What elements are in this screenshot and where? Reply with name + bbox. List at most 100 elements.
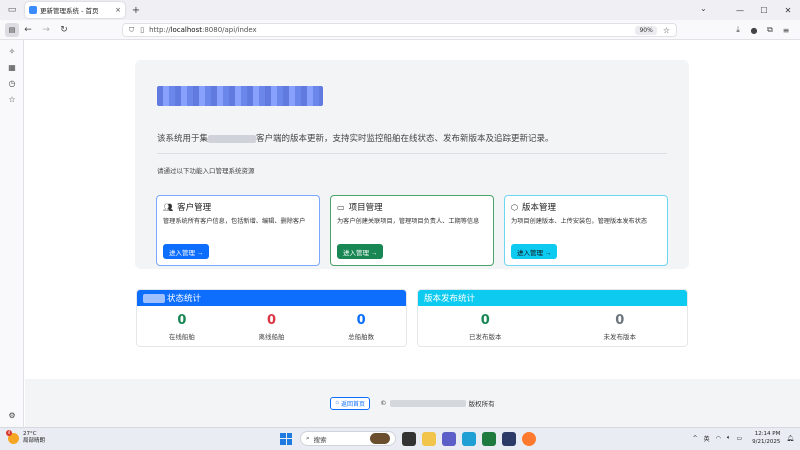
page-footer: ⌂ 返回首页 © 版权所有 [25, 379, 800, 427]
url-bar[interactable]: ⛉ ▯ http://localhost:8080/api/index 90% … [122, 23, 677, 37]
chevron-down-icon[interactable]: ⌄ [700, 4, 707, 13]
card-title: 项目管理 [348, 203, 383, 213]
copyright: © 版权所有 [380, 399, 495, 408]
stat-label: 未发布版本 [603, 333, 637, 341]
system-tray: ^ 英 ◠ 🔈︎ ▭ 12:14 PM 9/21/2025 🔔︎ [687, 430, 794, 446]
stat-value: 0 [480, 313, 490, 328]
page-icon[interactable]: ▯ [140, 26, 144, 34]
ai-chat-icon[interactable]: ✧ [0, 43, 24, 59]
shield-icon[interactable]: ⛉ [129, 26, 134, 35]
web-page: 该系统用于集 客户端的版本更新，支持实时监控船舶在线状态、发布新版本及追踪更新记录… [25, 41, 800, 427]
history-icon[interactable]: ◷ [0, 75, 24, 91]
file-explorer-icon[interactable] [422, 431, 436, 446]
excel-icon[interactable] [482, 431, 496, 446]
customer-management-card: 👥︎ 客户管理 管理系统所有客户信息，包括新增、编辑、删除客户 进入管理 → [156, 195, 320, 266]
total-ships-stat: 0 总船舶数 [316, 306, 406, 346]
search-icon: ⌕ [306, 434, 310, 442]
extensions-icon[interactable]: ⧉ [762, 25, 778, 35]
account-icon[interactable]: ● [746, 26, 762, 35]
card-description: 为项目创建版本、上传安装包，管理版本发布状态 [511, 218, 648, 225]
new-tab-button[interactable]: + [129, 3, 143, 17]
redacted-text [143, 293, 165, 303]
customer-manage-button[interactable]: 进入管理 → [163, 244, 210, 259]
teams-icon[interactable] [442, 431, 456, 446]
system-description: 该系统用于集 客户端的版本更新，支持实时监控船舶在线状态、发布新版本及追踪更新记录… [157, 134, 554, 144]
project-manage-button[interactable]: 进入管理 → [337, 244, 384, 259]
online-ships-stat: 0 在线船舶 [137, 306, 227, 346]
close-tab-icon[interactable]: × [115, 6, 121, 14]
taskbar-search[interactable]: ⌕ 搜索 [300, 431, 396, 446]
version-manage-button[interactable]: 进入管理 → [511, 244, 558, 259]
divider [157, 153, 667, 154]
users-icon: 👥︎ [163, 202, 174, 212]
battery-icon[interactable]: ▭ [737, 435, 743, 442]
stat-value: 0 [266, 313, 277, 328]
bookmarks-icon[interactable]: ☆ [0, 91, 24, 107]
redacted-text [389, 399, 466, 407]
card-title: 版本管理 [521, 203, 556, 213]
download-icon[interactable]: ⤓ [730, 25, 746, 35]
tab-title: 更新管理系统 - 首页 [40, 7, 99, 15]
box-icon: ⬡ [511, 202, 518, 212]
chevron-up-icon[interactable]: ^ [693, 435, 698, 442]
sidebar-settings-icon[interactable]: ⚙ [0, 407, 24, 423]
edge-icon[interactable] [462, 431, 476, 446]
zoom-badge[interactable]: 90% [635, 25, 657, 35]
stat-label: 在线船舶 [168, 333, 195, 341]
ide-icon[interactable] [502, 431, 516, 446]
weather-sun-icon: 4 [6, 429, 19, 444]
version-management-card: ⬡ 版本管理 为项目创建版本、上传安装包，管理版本发布状态 进入管理 → [504, 195, 668, 266]
bookmark-star-icon[interactable]: ☆ [663, 26, 670, 35]
published-versions-stat: 0 已发布版本 [418, 306, 553, 346]
stat-value: 0 [177, 313, 187, 328]
synced-tabs-icon[interactable]: ▦ [0, 59, 24, 75]
notifications-icon[interactable]: 🔔︎ [786, 435, 794, 442]
close-window-icon[interactable]: ✕ [776, 6, 800, 15]
status-stats-panel: 状态统计 0 在线船舶 0 离线船舶 0 总船舶数 [136, 289, 407, 347]
offline-ships-stat: 0 离线船舶 [227, 306, 317, 346]
hero-hint: 请通过以下功能入口管理系统资源 [157, 167, 255, 175]
home-icon: ⌂ [335, 400, 340, 406]
search-highlight-image [370, 433, 390, 444]
ime-indicator[interactable]: 英 [704, 434, 710, 443]
forward-icon[interactable]: → [37, 25, 55, 35]
stat-label: 总船舶数 [348, 333, 375, 341]
start-icon[interactable] [280, 432, 292, 445]
browser-tab[interactable]: 更新管理系统 - 首页 × [25, 2, 125, 18]
hero-panel: 该系统用于集 客户端的版本更新，支持实时监控船舶在线状态、发布新版本及追踪更新记录… [135, 60, 689, 269]
task-view-icon[interactable] [402, 431, 416, 446]
weather-widget[interactable]: 4 27°C 局部晴朗 [6, 429, 45, 445]
card-description: 为客户创建关联项目，管理项目负责人、工期等信息 [337, 218, 480, 225]
unpublished-versions-stat: 0 未发布版本 [553, 306, 688, 346]
redacted-text [208, 134, 257, 143]
browser-sidebar: ✧ ▦ ◷ ☆ ⚙ [0, 40, 24, 427]
home-button[interactable]: ⌂ 返回首页 [330, 396, 371, 410]
taskbar: 4 27°C 局部晴朗 ⌕ 搜索 ^ 英 ◠ 🔈︎ ▭ 12:14 PM 9/21/… [0, 427, 800, 450]
project-management-card: ▭ 项目管理 为客户创建关联项目，管理项目负责人、工期等信息 进入管理 → [330, 195, 494, 266]
card-title: 客户管理 [177, 203, 212, 213]
wifi-icon[interactable]: ◠ [716, 435, 721, 442]
volume-icon[interactable]: 🔈︎ [727, 434, 731, 442]
tab-sidebar-icon[interactable]: ▭ [0, 0, 24, 20]
stat-label: 离线船舶 [258, 333, 285, 341]
reload-icon[interactable]: ↻ [55, 25, 73, 35]
notification-badge: 4 [6, 429, 12, 436]
nav-bar: ▤ ← → ↻ ⛉ ▯ http://localhost:8080/api/in… [0, 20, 800, 40]
clock[interactable]: 12:14 PM 9/21/2025 [752, 430, 780, 446]
folder-icon: ▭ [337, 202, 345, 212]
page-title-redacted [157, 86, 323, 106]
panel-title: 状态统计 [167, 294, 202, 304]
favicon-icon [29, 6, 37, 14]
sidebar-toggle-icon[interactable]: ▤ [5, 22, 19, 37]
minimize-icon[interactable]: — [728, 6, 752, 15]
stat-value: 0 [356, 313, 366, 328]
release-stats-panel: 版本发布统计 0 已发布版本 0 未发布版本 [417, 289, 688, 347]
back-icon[interactable]: ← [19, 25, 37, 35]
stat-label: 已发布版本 [469, 333, 502, 341]
firefox-icon[interactable] [522, 431, 536, 446]
url-text[interactable]: http://localhost:8080/api/index [149, 26, 635, 34]
panel-title: 版本发布统计 [424, 294, 476, 304]
menu-icon[interactable]: ≡ [778, 26, 794, 35]
tab-bar: ▭ 更新管理系统 - 首页 × + ⌄ — ☐ ✕ [0, 0, 800, 20]
maximize-icon[interactable]: ☐ [752, 6, 776, 15]
